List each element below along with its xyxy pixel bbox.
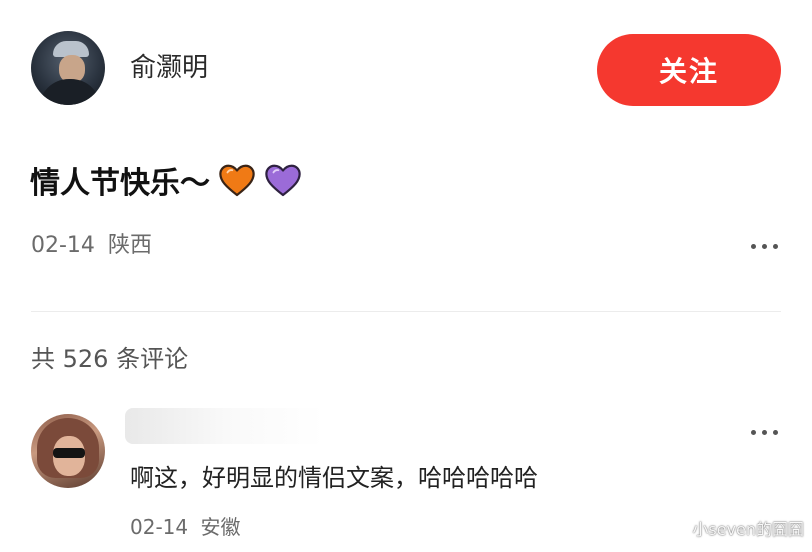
post-meta: 02-14 陕西: [31, 230, 152, 262]
comment-date: 02-14: [130, 515, 189, 539]
post-text: 情人节快乐～: [30, 166, 210, 201]
post-location: 陕西: [107, 233, 152, 258]
post-content: 情人节快乐～: [30, 158, 302, 202]
commenter-avatar[interactable]: [31, 414, 105, 488]
comment-text: 啊这，好明显的情侣文案，哈哈哈哈哈: [130, 464, 538, 492]
commenter-name-blurred[interactable]: [125, 408, 325, 444]
post-more-icon[interactable]: [751, 244, 779, 252]
comment-location: 安徽: [200, 515, 241, 539]
comment-meta: 02-14 安徽: [130, 512, 240, 542]
avatar-body-shape: [39, 79, 101, 105]
author-name[interactable]: 俞灏明: [130, 50, 208, 86]
orange-heart-icon: [219, 164, 255, 197]
divider: [31, 311, 781, 312]
post-date: 02-14: [31, 233, 95, 258]
post-header: 俞灏明 关注: [0, 0, 812, 140]
purple-heart-icon: [265, 164, 301, 197]
comment-more-icon[interactable]: [751, 430, 779, 438]
comments-count: 共 526 条评论: [31, 345, 189, 373]
follow-button[interactable]: 关注: [597, 34, 781, 106]
watermark: 小seven的囧囧: [692, 520, 804, 539]
sunglasses-icon: [53, 448, 85, 458]
author-avatar[interactable]: [31, 31, 105, 105]
